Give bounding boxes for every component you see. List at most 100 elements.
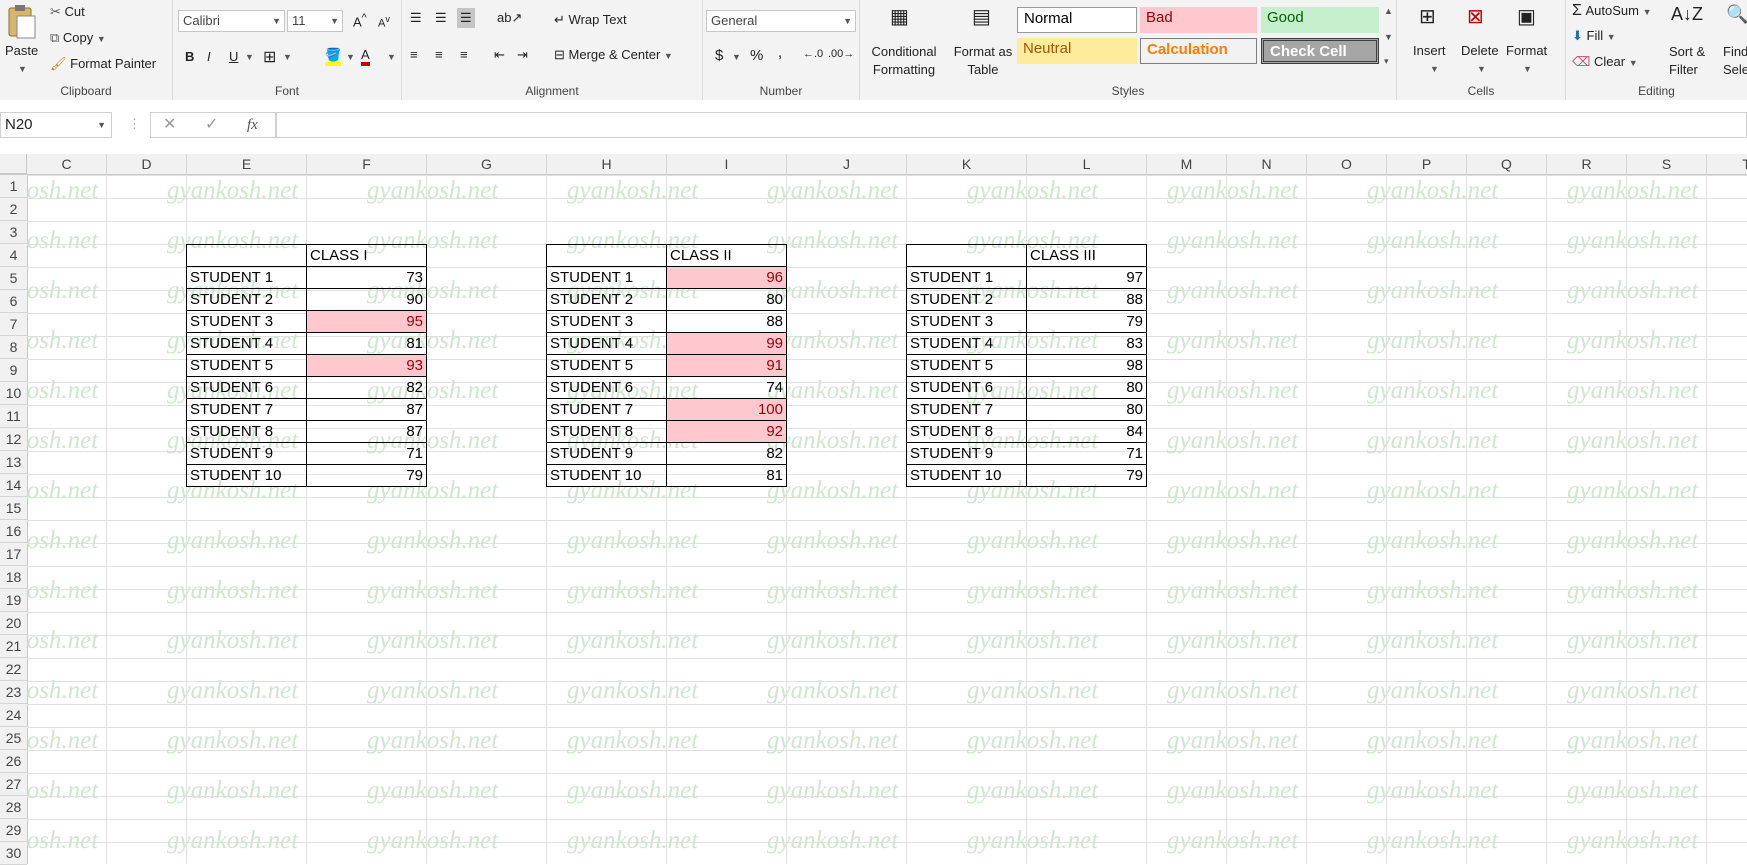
- row-header-4[interactable]: 4: [0, 244, 27, 267]
- row-header-12[interactable]: 12: [0, 428, 27, 451]
- worksheet-grid[interactable]: gyankosh.net gyankosh.net gyankosh.net gyan…: [27, 175, 1747, 864]
- column-header-E[interactable]: E: [187, 154, 307, 174]
- score-cell[interactable]: 90: [306, 288, 427, 311]
- row-header-27[interactable]: 27: [0, 773, 27, 796]
- font-color-icon[interactable]: A: [361, 47, 370, 66]
- column-header-M[interactable]: M: [1147, 154, 1227, 174]
- delete-button[interactable]: Delete: [1461, 43, 1499, 58]
- row-header-21[interactable]: 21: [0, 635, 27, 658]
- score-cell-highlighted[interactable]: 95: [306, 310, 427, 333]
- paste-button[interactable]: Paste: [5, 43, 38, 58]
- student-name-cell[interactable]: STUDENT 1: [546, 266, 667, 289]
- table-header-class[interactable]: CLASS II: [666, 244, 787, 267]
- score-cell[interactable]: 87: [306, 420, 427, 443]
- score-cell-highlighted[interactable]: 93: [306, 354, 427, 377]
- student-name-cell[interactable]: STUDENT 4: [546, 332, 667, 355]
- score-cell[interactable]: 82: [306, 376, 427, 399]
- fill-color-icon[interactable]: 🪣: [325, 47, 342, 66]
- align-left-icon[interactable]: ≡: [410, 47, 418, 62]
- column-header-N[interactable]: N: [1227, 154, 1307, 174]
- student-name-cell[interactable]: STUDENT 5: [186, 354, 307, 377]
- student-name-cell[interactable]: STUDENT 8: [186, 420, 307, 443]
- score-cell[interactable]: 80: [1026, 376, 1147, 399]
- currency-chevron-down-icon[interactable]: ▼: [732, 52, 741, 62]
- student-name-cell[interactable]: STUDENT 10: [546, 464, 667, 487]
- borders-chevron-down-icon[interactable]: ▼: [283, 52, 292, 62]
- student-name-cell[interactable]: STUDENT 10: [186, 464, 307, 487]
- row-header-11[interactable]: 11: [0, 405, 27, 428]
- score-cell[interactable]: 97: [1026, 266, 1147, 289]
- align-middle-icon[interactable]: ☰: [435, 10, 447, 26]
- column-header-I[interactable]: I: [667, 154, 787, 174]
- score-cell[interactable]: 98: [1026, 354, 1147, 377]
- increase-indent-icon[interactable]: ⇥: [517, 47, 528, 63]
- score-cell[interactable]: 83: [1026, 332, 1147, 355]
- score-cell[interactable]: 80: [1026, 398, 1147, 421]
- table-header-class[interactable]: CLASS I: [306, 244, 427, 267]
- font-color-chevron-down-icon[interactable]: ▼: [387, 52, 396, 62]
- score-cell-highlighted[interactable]: 91: [666, 354, 787, 377]
- student-name-cell[interactable]: STUDENT 7: [186, 398, 307, 421]
- student-name-cell[interactable]: STUDENT 10: [906, 464, 1027, 487]
- column-header-T[interactable]: T: [1707, 154, 1747, 174]
- student-name-cell[interactable]: STUDENT 3: [186, 310, 307, 333]
- increase-font-size-icon[interactable]: A^: [353, 12, 367, 29]
- row-header-14[interactable]: 14: [0, 474, 27, 497]
- format-button[interactable]: Format: [1506, 43, 1547, 58]
- currency-button[interactable]: $: [715, 47, 723, 64]
- student-name-cell[interactable]: STUDENT 9: [546, 442, 667, 465]
- row-header-16[interactable]: 16: [0, 520, 27, 543]
- paste-chevron-down-icon[interactable]: ▼: [18, 64, 27, 74]
- score-cell[interactable]: 88: [666, 310, 787, 333]
- column-header-C[interactable]: C: [27, 154, 107, 174]
- student-name-cell[interactable]: STUDENT 4: [906, 332, 1027, 355]
- score-cell[interactable]: 79: [1026, 310, 1147, 333]
- student-name-cell[interactable]: STUDENT 7: [906, 398, 1027, 421]
- align-bottom-icon[interactable]: ☰: [457, 8, 475, 28]
- row-header-13[interactable]: 13: [0, 451, 27, 474]
- comma-button[interactable]: ,: [778, 44, 782, 61]
- underline-chevron-down-icon[interactable]: ▼: [245, 52, 254, 62]
- student-name-cell[interactable]: STUDENT 3: [546, 310, 667, 333]
- row-header-17[interactable]: 17: [0, 543, 27, 566]
- student-name-cell[interactable]: STUDENT 3: [906, 310, 1027, 333]
- row-header-30[interactable]: 30: [0, 842, 27, 865]
- row-header-23[interactable]: 23: [0, 681, 27, 704]
- column-header-Q[interactable]: Q: [1467, 154, 1547, 174]
- underline-button[interactable]: U: [229, 49, 238, 64]
- student-name-cell[interactable]: STUDENT 7: [546, 398, 667, 421]
- align-center-icon[interactable]: ≡: [435, 47, 443, 62]
- column-header-P[interactable]: P: [1387, 154, 1467, 174]
- cancel-icon[interactable]: ✕: [163, 113, 176, 137]
- wrap-text-button[interactable]: ↵ Wrap Text: [554, 12, 627, 28]
- score-cell[interactable]: 73: [306, 266, 427, 289]
- align-right-icon[interactable]: ≡: [460, 47, 468, 62]
- column-header-F[interactable]: F: [307, 154, 427, 174]
- style-check-cell[interactable]: Check Cell: [1261, 38, 1379, 64]
- column-header-H[interactable]: H: [547, 154, 667, 174]
- row-header-29[interactable]: 29: [0, 819, 27, 842]
- student-name-cell[interactable]: STUDENT 2: [546, 288, 667, 311]
- row-header-2[interactable]: 2: [0, 198, 27, 221]
- column-header-L[interactable]: L: [1027, 154, 1147, 174]
- percent-button[interactable]: %: [750, 47, 763, 64]
- decrease-indent-icon[interactable]: ⇤: [494, 47, 505, 63]
- row-header-22[interactable]: 22: [0, 658, 27, 681]
- format-chevron-down-icon[interactable]: ▼: [1523, 64, 1532, 74]
- row-header-5[interactable]: 5: [0, 267, 27, 290]
- table-header-class[interactable]: CLASS III: [1026, 244, 1147, 267]
- row-header-10[interactable]: 10: [0, 382, 27, 405]
- student-name-cell[interactable]: STUDENT 6: [186, 376, 307, 399]
- bold-button[interactable]: B: [185, 49, 194, 64]
- student-name-cell[interactable]: STUDENT 8: [906, 420, 1027, 443]
- styles-scroll-up-icon[interactable]: ▲: [1384, 6, 1393, 16]
- merge-center-button[interactable]: ⊟ Merge & Center ▼: [554, 47, 673, 63]
- name-box[interactable]: N20 ▼: [0, 112, 112, 138]
- number-format-dropdown[interactable]: General ▼: [706, 10, 856, 32]
- autosum-button[interactable]: Σ AutoSum ▼: [1572, 2, 1652, 20]
- row-header-25[interactable]: 25: [0, 727, 27, 750]
- row-header-28[interactable]: 28: [0, 796, 27, 819]
- row-header-20[interactable]: 20: [0, 612, 27, 635]
- score-cell[interactable]: 88: [1026, 288, 1147, 311]
- row-header-26[interactable]: 26: [0, 750, 27, 773]
